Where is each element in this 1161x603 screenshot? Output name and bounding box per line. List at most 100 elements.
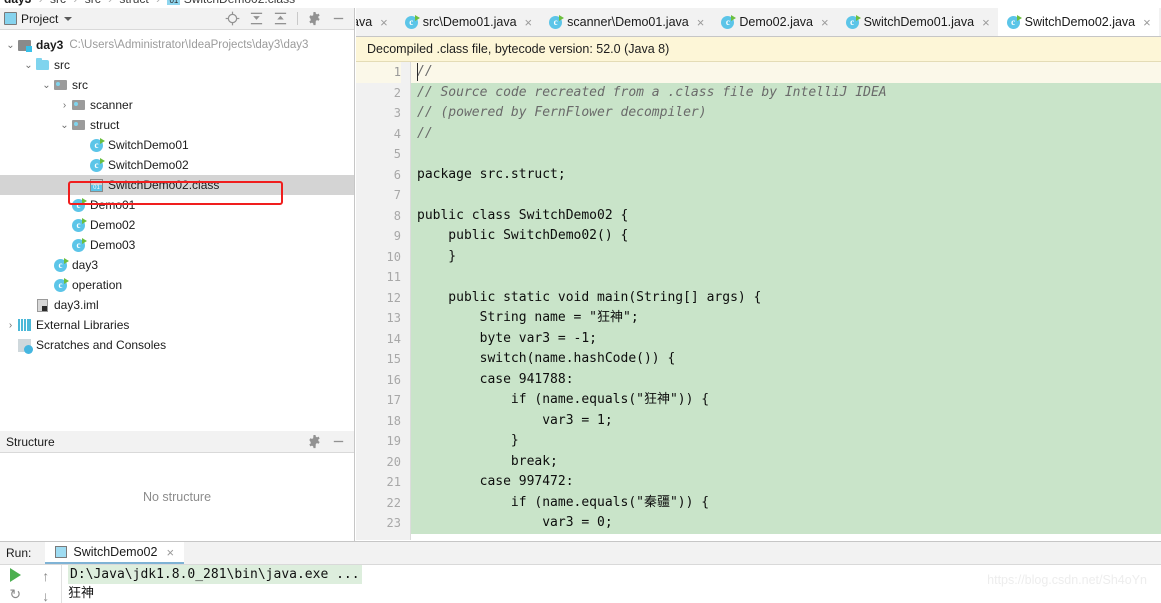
tree-item-day3[interactable]: c day3 bbox=[0, 255, 354, 275]
breadcrumb-item-0[interactable]: day3 bbox=[4, 0, 31, 6]
structure-panel-toolbar bbox=[307, 434, 350, 449]
chevron-right-icon[interactable]: › bbox=[58, 100, 71, 111]
breadcrumb-item-1[interactable]: src bbox=[50, 0, 66, 6]
structure-empty-text: No structure bbox=[142, 490, 212, 504]
java-class-icon: c bbox=[89, 157, 105, 172]
editor-tab-src-demo01-java[interactable]: c src\Demo01.java × bbox=[396, 8, 540, 36]
code-line[interactable]: byte var3 = -1; bbox=[411, 328, 1161, 349]
java-class-icon: c bbox=[71, 237, 87, 252]
package-folder-icon bbox=[71, 120, 86, 130]
close-icon[interactable]: × bbox=[1143, 16, 1151, 29]
editor-tab-label: SwitchDemo01.java bbox=[863, 15, 975, 29]
tree-item-scanner[interactable]: › scanner bbox=[0, 95, 354, 115]
code-line[interactable]: } bbox=[411, 246, 1161, 267]
locate-icon[interactable] bbox=[225, 11, 240, 26]
code-line[interactable]: } bbox=[411, 431, 1161, 452]
tree-item-scratches-and-consoles[interactable]: Scratches and Consoles bbox=[0, 335, 354, 355]
close-icon[interactable]: × bbox=[166, 546, 174, 559]
compiled-class-icon: 01 bbox=[89, 178, 104, 192]
editor-tab-switchdemo01-java[interactable]: c SwitchDemo01.java × bbox=[837, 8, 998, 36]
code-line[interactable]: package src.struct; bbox=[411, 164, 1161, 185]
code-line[interactable]: // Source code recreated from a .class f… bbox=[411, 82, 1161, 103]
editor-tab-bar[interactable]: ava×csrc\Demo01.java×cscanner\Demo01.jav… bbox=[356, 8, 1161, 37]
code-line[interactable]: if (name.equals("狂神")) { bbox=[411, 390, 1161, 411]
tree-item-operation[interactable]: c operation bbox=[0, 275, 354, 295]
breadcrumb-current[interactable]: SwitchDemo02.class bbox=[184, 0, 295, 6]
rerun-icon[interactable]: ↻ bbox=[9, 586, 21, 603]
structure-panel-header: Structure bbox=[0, 431, 354, 453]
minimize-icon[interactable] bbox=[331, 434, 346, 449]
code-line[interactable]: if (name.equals("秦疆")) { bbox=[411, 492, 1161, 513]
close-icon[interactable]: × bbox=[525, 16, 533, 29]
run-tab-switchdemo02[interactable]: SwitchDemo02 × bbox=[45, 542, 185, 564]
code-line[interactable] bbox=[411, 144, 1161, 165]
chevron-right-icon[interactable]: › bbox=[4, 320, 17, 331]
tree-item-external-libraries[interactable]: › External Libraries bbox=[0, 315, 354, 335]
close-icon[interactable]: × bbox=[982, 16, 990, 29]
code-line[interactable]: // (powered by FernFlower decompiler) bbox=[411, 103, 1161, 124]
code-viewer[interactable]: 1 2 3 4 5 6 7 8 9 10 11 12 13 14 15 16 17 18 19 20 21 22 23 //… bbox=[356, 62, 1161, 540]
code-line[interactable]: public SwitchDemo02() { bbox=[411, 226, 1161, 247]
collapse-all-icon[interactable] bbox=[273, 11, 288, 26]
run-tab-bar: Run: SwitchDemo02 × bbox=[0, 542, 1161, 565]
tree-item-day3-iml[interactable]: day3.iml bbox=[0, 295, 354, 315]
code-line[interactable]: // bbox=[411, 62, 1161, 83]
project-panel-title: Project bbox=[21, 11, 59, 26]
editor-tab-label: Demo02.java bbox=[739, 15, 813, 29]
scroll-up-icon[interactable]: ↑ bbox=[42, 568, 49, 584]
run-config-icon bbox=[55, 546, 68, 558]
run-icon[interactable] bbox=[9, 568, 21, 582]
breadcrumb-item-3[interactable]: struct bbox=[119, 0, 148, 6]
tree-item-demo01[interactable]: c Demo01 bbox=[0, 195, 354, 215]
code-line[interactable]: case 941788: bbox=[411, 369, 1161, 390]
expand-all-icon[interactable] bbox=[249, 11, 264, 26]
code-line[interactable]: // bbox=[411, 123, 1161, 144]
java-class-icon: c bbox=[89, 137, 105, 152]
breadcrumb-item-2[interactable]: src bbox=[85, 0, 101, 6]
code-line[interactable]: public class SwitchDemo02 { bbox=[411, 205, 1161, 226]
code-line[interactable]: case 997472: bbox=[411, 472, 1161, 493]
code-line[interactable] bbox=[411, 267, 1161, 288]
close-icon[interactable]: × bbox=[821, 16, 829, 29]
tree-item-demo02[interactable]: c Demo02 bbox=[0, 215, 354, 235]
code-line[interactable]: public static void main(String[] args) { bbox=[411, 287, 1161, 308]
close-icon[interactable]: × bbox=[380, 16, 388, 29]
code-line[interactable]: var3 = 1; bbox=[411, 410, 1161, 431]
code-line[interactable]: switch(name.hashCode()) { bbox=[411, 349, 1161, 370]
code-line[interactable]: break; bbox=[411, 451, 1161, 472]
tree-item-src[interactable]: ⌄ src bbox=[0, 55, 354, 75]
editor-tab-switchdemo02-java[interactable]: c SwitchDemo02.java × bbox=[997, 8, 1159, 36]
code-line[interactable]: var3 = 0; bbox=[411, 513, 1161, 534]
chevron-down-icon[interactable]: ⌄ bbox=[58, 120, 71, 131]
chevron-down-icon[interactable]: ⌄ bbox=[22, 60, 35, 71]
tree-item-label: day3.iml bbox=[54, 298, 99, 312]
code-text[interactable]: //// Source code recreated from a .class… bbox=[411, 62, 1161, 540]
code-line[interactable] bbox=[411, 185, 1161, 206]
code-line[interactable]: String name = "狂神"; bbox=[411, 308, 1161, 329]
editor-tab-scanner-demo01-java[interactable]: c scanner\Demo01.java × bbox=[540, 8, 712, 36]
scratches-icon bbox=[17, 338, 33, 354]
tree-item-demo03[interactable]: c Demo03 bbox=[0, 235, 354, 255]
editor-tab-label: scanner\Demo01.java bbox=[567, 15, 689, 29]
close-icon[interactable]: × bbox=[697, 16, 705, 29]
tree-item-switchdemo02[interactable]: c SwitchDemo02 bbox=[0, 155, 354, 175]
tree-item-struct[interactable]: ⌄ struct bbox=[0, 115, 354, 135]
chevron-down-icon[interactable]: ⌄ bbox=[40, 80, 53, 91]
scroll-down-icon[interactable]: ↓ bbox=[42, 588, 49, 603]
editor-tab-demo02-java[interactable]: c Demo02.java × bbox=[712, 8, 836, 36]
gear-icon[interactable] bbox=[307, 434, 322, 449]
chevron-down-icon[interactable]: ⌄ bbox=[4, 40, 17, 51]
minimize-icon[interactable] bbox=[331, 11, 346, 26]
gear-icon[interactable] bbox=[307, 11, 322, 26]
console-output[interactable]: D:\Java\jdk1.8.0_281\bin\java.exe ... 狂神 bbox=[62, 565, 1161, 603]
tree-item-day3[interactable]: ⌄ day3 C:\Users\Administrator\IdeaProjects… bbox=[0, 35, 354, 55]
editor-tab-ava[interactable]: ava × bbox=[356, 8, 396, 36]
tree-item-src[interactable]: ⌄ src bbox=[0, 75, 354, 95]
chevron-down-icon[interactable] bbox=[64, 16, 73, 21]
tree-item-switchdemo02-class[interactable]: 01 SwitchDemo02.class bbox=[0, 175, 354, 195]
breadcrumb-separator: › bbox=[73, 0, 77, 6]
tree-item-switchdemo01[interactable]: c SwitchDemo01 bbox=[0, 135, 354, 155]
project-tree[interactable]: ⌄ day3 C:\Users\Administrator\IdeaProjects… bbox=[0, 30, 354, 426]
